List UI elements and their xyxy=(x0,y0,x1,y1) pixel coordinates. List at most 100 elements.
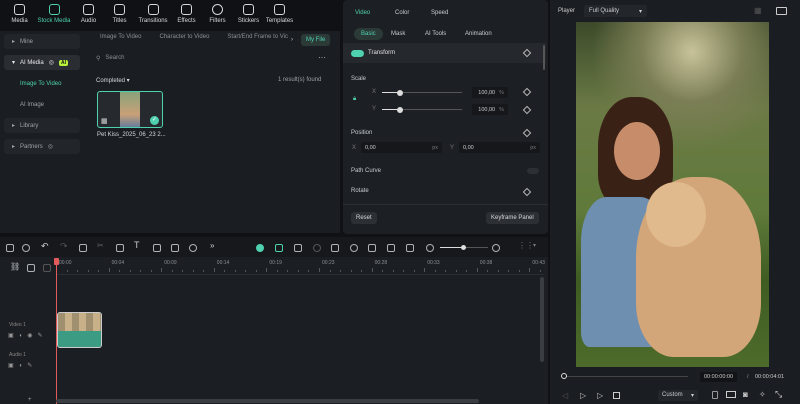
sidebar-item-ai-media[interactable]: ▾ AI Media ◎ AI xyxy=(4,55,80,70)
toolbar-templates[interactable]: Templates xyxy=(264,0,295,30)
marker-icon[interactable] xyxy=(331,244,339,252)
layout-icon[interactable] xyxy=(6,244,14,252)
toolbar-media[interactable]: Media xyxy=(4,0,35,30)
microphone-icon[interactable] xyxy=(350,244,358,252)
display-icon[interactable] xyxy=(712,391,718,399)
pip-icon[interactable] xyxy=(387,244,395,252)
tabs-scroll-right-icon[interactable]: › xyxy=(291,37,293,43)
shape-icon[interactable] xyxy=(153,244,161,252)
toolbar-transitions[interactable]: Transitions xyxy=(135,0,171,30)
snapshot-view-icon[interactable] xyxy=(776,7,787,15)
timeline-vertical-scrollbar[interactable] xyxy=(540,277,544,362)
playback-progress[interactable] xyxy=(561,373,688,379)
panel-scrollbar[interactable] xyxy=(543,45,545,70)
snap-icon[interactable] xyxy=(43,264,51,272)
zoom-slider[interactable] xyxy=(440,245,488,250)
playhead[interactable] xyxy=(56,259,57,404)
redo-icon[interactable]: ↷ xyxy=(60,241,68,252)
keyframe-diamond-icon[interactable] xyxy=(522,87,532,97)
ai-enhance-icon[interactable]: ✧ xyxy=(759,390,766,399)
zoom-in-icon[interactable] xyxy=(492,244,500,252)
subtab-animation[interactable]: Animation xyxy=(465,31,492,37)
mask-tool-icon[interactable] xyxy=(171,244,179,252)
split-audio-icon[interactable] xyxy=(406,244,414,252)
toolbar-filters[interactable]: Filters xyxy=(202,0,233,30)
monitor-icon[interactable] xyxy=(726,391,736,398)
render-icon[interactable] xyxy=(294,244,302,252)
search-input[interactable]: ⚲ Search xyxy=(96,55,124,62)
sidebar-item-image-to-video[interactable]: Image To Video xyxy=(4,76,80,97)
ai-copilot-icon[interactable] xyxy=(256,244,264,252)
sidebar-item-partners[interactable]: ▸ Partners ◎ xyxy=(4,139,80,154)
play-icon[interactable]: ▷ xyxy=(597,391,603,400)
toolbar-effects[interactable]: Effects xyxy=(171,0,202,30)
crop-icon[interactable] xyxy=(116,244,124,252)
dropdown-icon[interactable]: ▾ xyxy=(533,242,536,249)
link-icon[interactable]: ⛓ xyxy=(10,262,20,271)
keyframe-panel-button[interactable]: Keyframe Panel xyxy=(486,212,539,224)
timeline-horizontal-scrollbar[interactable] xyxy=(56,399,479,403)
video-track-controls[interactable]: ▣◖◉✎ xyxy=(8,332,48,339)
lock-icon[interactable]: 🔒︎ xyxy=(353,96,356,103)
audio-stretch-icon[interactable] xyxy=(368,244,376,252)
path-curve-toggle[interactable] xyxy=(527,168,539,174)
media-clip-thumbnail[interactable]: ▦ ✓ xyxy=(97,91,163,128)
filter-dropdown[interactable]: Completed ▾ xyxy=(96,77,130,84)
play-backward-icon[interactable]: ▷ xyxy=(580,391,586,400)
video-preview[interactable] xyxy=(576,22,769,367)
add-track-icon[interactable]: + xyxy=(28,397,32,403)
scale-y-input[interactable]: 100,00% xyxy=(472,104,508,115)
reset-button[interactable]: Reset xyxy=(351,212,377,224)
timeline-ruler[interactable]: 00:00 00:04 00:09 00:14 00:19 00:23 00:28 00:33… xyxy=(56,257,573,275)
more-options-icon[interactable]: ··· xyxy=(318,53,326,62)
tab-my-file[interactable]: My File xyxy=(301,34,331,46)
text-icon[interactable]: T xyxy=(134,240,140,250)
subtab-mask[interactable]: Mask xyxy=(391,31,405,37)
ai-robot-icon[interactable] xyxy=(275,244,283,252)
subtab-ai-tools[interactable]: AI Tools xyxy=(425,31,446,37)
speed-icon[interactable] xyxy=(189,244,197,252)
toolbar-stickers[interactable]: Stickers xyxy=(233,0,264,30)
position-x-input[interactable]: 0,00 px xyxy=(361,142,442,153)
toolbar-stock-media[interactable]: Stock Media xyxy=(35,0,73,30)
tab-speed[interactable]: Speed xyxy=(431,10,448,16)
toolbar-audio[interactable]: Audio xyxy=(73,0,104,30)
stop-icon[interactable] xyxy=(613,392,620,399)
position-y-input[interactable]: 0,00 px xyxy=(459,142,540,153)
fullscreen-icon[interactable]: ⤡ xyxy=(775,389,782,400)
compare-icon[interactable]: ▦ xyxy=(754,6,762,15)
transform-toggle[interactable] xyxy=(351,50,364,57)
audio-track-controls[interactable]: ▣◖✎ xyxy=(8,362,37,369)
tab-image-to-video[interactable]: Image To Video xyxy=(100,34,141,40)
tab-character-to-video[interactable]: Character to Video xyxy=(159,34,209,40)
toolbar-titles[interactable]: Titles xyxy=(104,0,135,30)
grid-menu-icon[interactable]: ⋮⋮ xyxy=(518,241,534,250)
scale-x-slider[interactable] xyxy=(382,89,462,96)
cut-icon[interactable]: ✂ xyxy=(97,241,104,250)
tab-start-end-frame[interactable]: Start/End Frame to Vic xyxy=(227,34,288,40)
playhead-handle[interactable] xyxy=(54,258,59,265)
subtab-basic[interactable]: Basic xyxy=(354,28,383,40)
sidebar-item-ai-image[interactable]: AI Image xyxy=(4,97,80,118)
timeline-video-clip[interactable] xyxy=(57,312,102,348)
zoom-out-icon[interactable] xyxy=(426,244,434,252)
more-tools-icon[interactable]: » xyxy=(210,241,214,250)
sidebar-item-library[interactable]: ▸ Library xyxy=(4,118,80,133)
scale-x-input[interactable]: 100,00% xyxy=(472,87,508,98)
camera-icon[interactable]: ◙ xyxy=(743,390,748,399)
record-icon[interactable] xyxy=(313,244,321,252)
quality-dropdown[interactable]: Full Quality ▾ xyxy=(584,5,647,17)
tab-color[interactable]: Color xyxy=(395,10,409,16)
tab-video[interactable]: Video xyxy=(349,4,382,23)
keyframe-diamond-icon[interactable] xyxy=(522,187,532,197)
track-manage-icon[interactable] xyxy=(27,264,35,272)
aspect-ratio-dropdown[interactable]: Custom ▾ xyxy=(658,390,698,401)
sidebar-item-mine[interactable]: ▸ Mine xyxy=(4,34,80,49)
delete-icon[interactable] xyxy=(79,244,87,252)
select-tool-icon[interactable] xyxy=(22,244,30,252)
undo-icon[interactable]: ↶ xyxy=(41,241,49,252)
keyframe-diamond-icon[interactable] xyxy=(522,105,532,115)
previous-frame-icon[interactable]: ◁ xyxy=(562,391,568,400)
keyframe-diamond-icon[interactable] xyxy=(522,128,532,138)
scale-y-slider[interactable] xyxy=(382,106,462,113)
